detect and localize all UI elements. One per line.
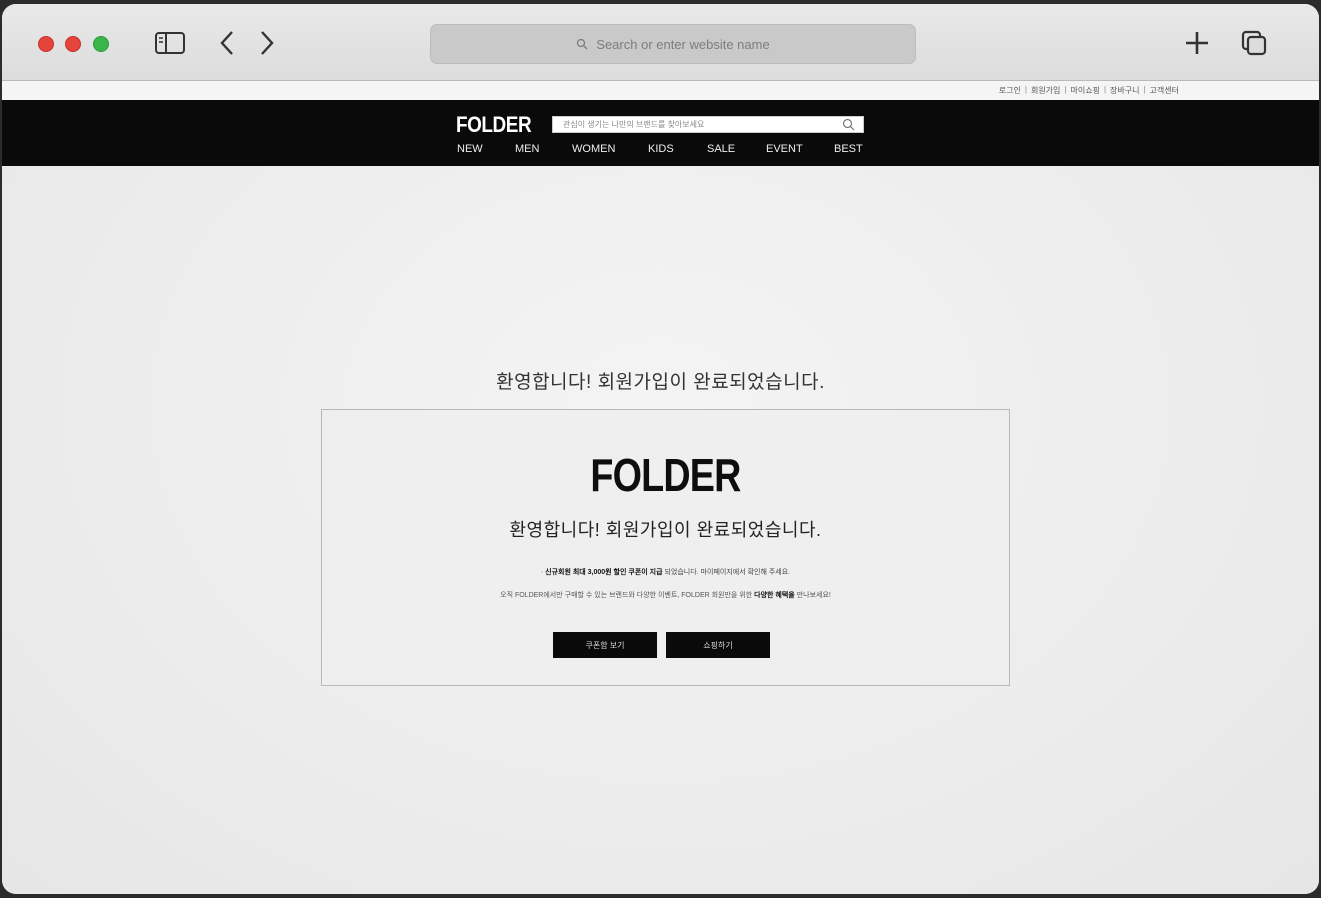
benefit-notice-text: 오직 FOLDER에서만 구매할 수 있는 브랜드와 다양한 이벤트, FOLD… — [500, 592, 753, 599]
signup-link[interactable]: 회원가입 — [1031, 85, 1060, 96]
nav-item-kids[interactable]: KIDS — [648, 143, 674, 155]
coupon-notice-text: 되었습니다. 마이페이지에서 확인해 주세요. — [664, 569, 791, 576]
tabs-icon — [1241, 30, 1267, 56]
minimize-window-button[interactable] — [65, 36, 81, 52]
divider: | — [1143, 85, 1146, 94]
zoom-window-button[interactable] — [93, 36, 109, 52]
browser-toolbar: Search or enter website name — [2, 4, 1319, 81]
web-page: 로그인 | 회원가입 | 마이쇼핑 | 장바구니 | 고객센터 FOLDER 관… — [2, 81, 1319, 894]
search-icon — [577, 38, 588, 50]
close-window-button[interactable] — [38, 36, 54, 52]
coupon-notice: · 신규회원 최대 3,000원 할인 쿠폰이 지급 되었습니다. 마이페이지에… — [540, 569, 791, 576]
global-nav-bar: FOLDER 관심이 생기는 나만의 브랜드를 찾아보세요 NEW MEN WO… — [2, 100, 1319, 166]
benefit-notice-end: 만나보세요! — [796, 592, 831, 599]
signup-complete-card: FOLDER 환영합니다! 회원가입이 완료되었습니다. · 신규회원 최대 3… — [321, 409, 1010, 686]
divider: | — [1064, 85, 1067, 94]
browser-window: Search or enter website name 로그인 | 회원가입 … — [2, 4, 1319, 894]
divider: | — [1103, 85, 1107, 94]
site-search-placeholder: 관심이 생기는 나만의 브랜드를 찾아보세요 — [563, 120, 705, 129]
sidebar-icon — [155, 32, 185, 54]
nav-item-men[interactable]: MEN — [515, 143, 539, 155]
search-icon[interactable] — [842, 118, 855, 131]
cart-link[interactable]: 장바구니 — [1110, 85, 1139, 96]
address-bar-placeholder: Search or enter website name — [596, 36, 770, 52]
plus-icon — [1186, 32, 1208, 54]
back-button[interactable] — [212, 26, 242, 60]
nav-item-new[interactable]: NEW — [457, 143, 483, 155]
page-title: 환영합니다! 회원가입이 완료되었습니다. — [496, 372, 825, 393]
utility-bar: 로그인 | 회원가입 | 마이쇼핑 | 장바구니 | 고객센터 — [2, 81, 1319, 100]
nav-item-best[interactable]: BEST — [834, 143, 863, 155]
divider: | — [1024, 85, 1027, 94]
card-logo: FOLDER — [590, 449, 741, 501]
card-title: 환영합니다! 회원가입이 완료되었습니다. — [509, 520, 822, 540]
view-coupons-button[interactable]: 쿠폰함 보기 — [553, 632, 657, 658]
nav-item-event[interactable]: EVENT — [766, 143, 803, 155]
sidebar-toggle-button[interactable] — [152, 26, 188, 60]
new-tab-button[interactable] — [1177, 26, 1217, 60]
customer-center-link[interactable]: 고객센터 — [1150, 85, 1179, 96]
utility-links: 로그인 | 회원가입 | 마이쇼핑 | 장바구니 | 고객센터 — [999, 85, 1179, 96]
go-shopping-button[interactable]: 쇼핑하기 — [666, 632, 770, 658]
chevron-right-icon — [261, 31, 274, 55]
site-search-input[interactable]: 관심이 생기는 나만의 브랜드를 찾아보세요 — [552, 116, 864, 133]
coupon-notice-bold: 신규회원 최대 3,000원 할인 쿠폰이 지급 — [545, 569, 663, 576]
tab-overview-button[interactable] — [1234, 26, 1274, 60]
benefit-notice: 오직 FOLDER에서만 구매할 수 있는 브랜드와 다양한 이벤트, FOLD… — [322, 590, 1009, 600]
forward-button[interactable] — [252, 26, 282, 60]
login-link[interactable]: 로그인 — [999, 85, 1021, 96]
chevron-left-icon — [220, 31, 233, 55]
nav-item-sale[interactable]: SALE — [707, 143, 735, 155]
site-logo[interactable]: FOLDER — [456, 112, 532, 138]
my-shopping-link[interactable]: 마이쇼핑 — [1070, 85, 1099, 96]
address-bar[interactable]: Search or enter website name — [430, 24, 916, 64]
nav-item-women[interactable]: WOMEN — [572, 143, 615, 155]
benefit-notice-bold: 다양한 혜택을 — [754, 592, 795, 599]
